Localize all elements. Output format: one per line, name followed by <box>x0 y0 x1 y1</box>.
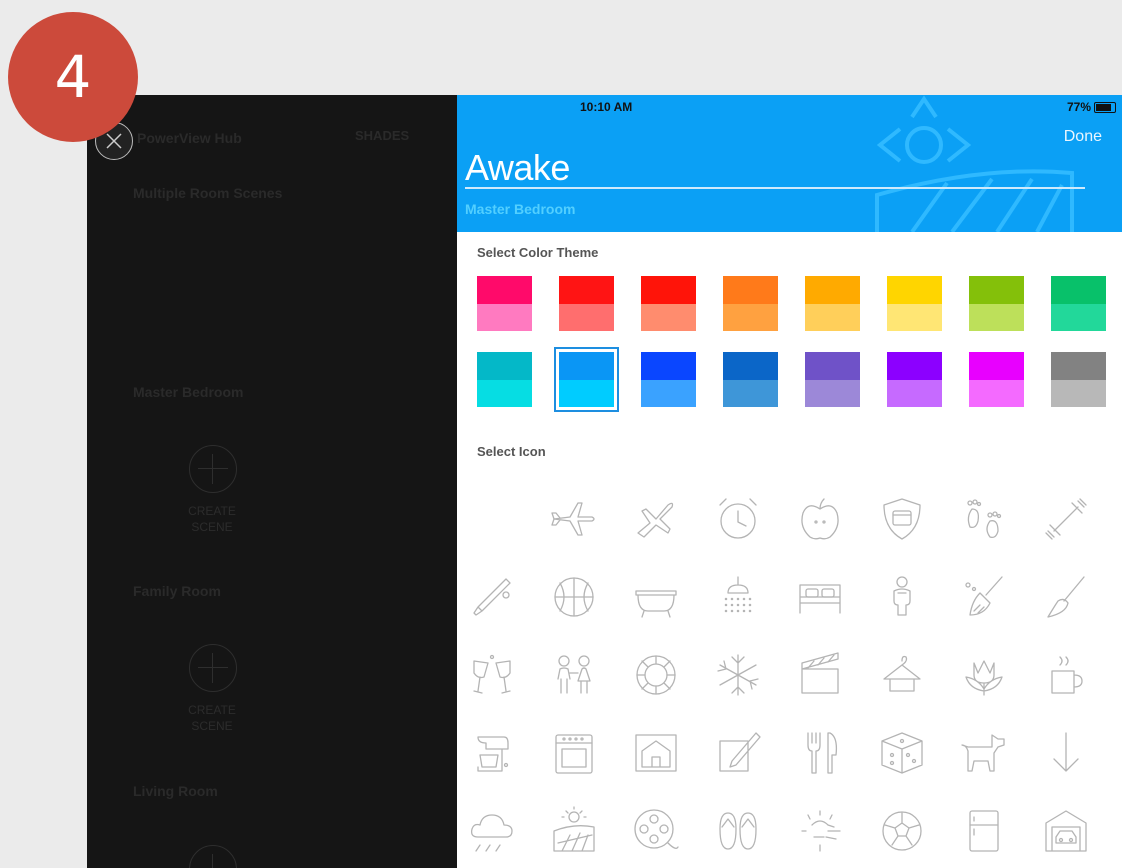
airplane-takeoff-icon[interactable] <box>630 493 682 545</box>
color-theme-label: Select Color Theme <box>477 245 599 260</box>
color-swatch[interactable] <box>477 352 532 407</box>
name-underline <box>465 187 1085 189</box>
sun-glare-icon[interactable] <box>794 805 846 857</box>
snowflake-icon[interactable] <box>712 649 764 701</box>
coat-hanger-icon[interactable] <box>876 649 928 701</box>
arrow-down-icon[interactable] <box>1040 727 1092 779</box>
scene-header: 10:10 AM 77% Done Awake Master Bedroom <box>457 95 1122 232</box>
battery-status: 77% <box>1067 100 1116 114</box>
section-multiple-room-scenes: Multiple Room Scenes <box>133 185 283 201</box>
blank-icon[interactable] <box>466 493 518 545</box>
paintbrush-icon[interactable] <box>1040 571 1092 623</box>
kids-icon[interactable] <box>548 649 600 701</box>
color-swatch[interactable] <box>723 276 778 331</box>
broom-icon[interactable] <box>958 571 1010 623</box>
dice-icon[interactable] <box>876 727 928 779</box>
basketball-icon[interactable] <box>548 571 600 623</box>
shield-icon[interactable] <box>876 493 928 545</box>
section-family-room: Family Room <box>133 583 221 599</box>
done-button[interactable]: Done <box>1064 128 1102 146</box>
baby-icon[interactable] <box>876 571 928 623</box>
tulip-icon[interactable] <box>958 649 1010 701</box>
bed-icon[interactable] <box>794 571 846 623</box>
film-reel-icon[interactable] <box>630 805 682 857</box>
color-swatch[interactable] <box>477 276 532 331</box>
shower-icon[interactable] <box>712 571 764 623</box>
notepad-pencil-icon[interactable] <box>712 727 764 779</box>
status-time: 10:10 AM <box>580 100 633 114</box>
battery-icon <box>1094 101 1116 113</box>
color-swatch[interactable] <box>969 276 1024 331</box>
battery-percent: 77% <box>1066 100 1091 114</box>
champagne-glasses-icon[interactable] <box>466 649 518 701</box>
poker-chip-icon[interactable] <box>630 649 682 701</box>
dumbbell-icon[interactable] <box>1040 493 1092 545</box>
baseball-bat-icon[interactable] <box>466 571 518 623</box>
icon-select-label: Select Icon <box>477 444 546 459</box>
color-swatch[interactable] <box>969 352 1024 407</box>
fork-knife-icon[interactable] <box>794 727 846 779</box>
stand-mixer-icon[interactable] <box>466 727 518 779</box>
color-swatch[interactable] <box>887 276 942 331</box>
color-swatch[interactable] <box>641 352 696 407</box>
step-number-badge: 4 <box>8 12 138 142</box>
alarm-clock-icon[interactable] <box>712 493 764 545</box>
create-scene-button[interactable] <box>189 644 237 692</box>
section-master-bedroom: Master Bedroom <box>133 384 244 400</box>
room-name: Master Bedroom <box>465 201 576 217</box>
sunrise-field-hero-icon <box>875 95 1074 232</box>
garage-car-icon[interactable] <box>1040 805 1092 857</box>
apple-icon[interactable] <box>794 493 846 545</box>
color-swatch[interactable] <box>554 347 619 412</box>
create-scene-label: CREATE SCENE <box>188 504 236 534</box>
sunrise-field-icon[interactable] <box>548 805 600 857</box>
rain-cloud-icon[interactable] <box>466 805 518 857</box>
color-swatch[interactable] <box>641 276 696 331</box>
oven-icon[interactable] <box>548 727 600 779</box>
scene-name-input[interactable]: Awake <box>465 147 570 189</box>
footprints-icon[interactable] <box>958 493 1010 545</box>
coffee-mug-icon[interactable] <box>1040 649 1092 701</box>
edit-scene-modal: 10:10 AM 77% Done Awake Master Bedroom S… <box>457 95 1122 868</box>
create-scene-button[interactable] <box>189 445 237 493</box>
airplane-icon[interactable] <box>548 493 600 545</box>
hub-title: PowerView Hub <box>137 130 242 146</box>
clapperboard-icon[interactable] <box>794 649 846 701</box>
color-swatch[interactable] <box>1051 352 1106 407</box>
create-scene-label: CREATE SCENE <box>188 703 236 733</box>
house-icon[interactable] <box>630 727 682 779</box>
create-scene-button[interactable] <box>189 845 237 868</box>
color-swatch[interactable] <box>1051 276 1106 331</box>
soccer-ball-icon[interactable] <box>876 805 928 857</box>
dimmed-scenes-panel: PowerView Hub SHADES Multiple Room Scene… <box>87 95 457 868</box>
section-living-room: Living Room <box>133 783 218 799</box>
color-swatch[interactable] <box>887 352 942 407</box>
bathtub-icon[interactable] <box>630 571 682 623</box>
color-swatch[interactable] <box>559 276 614 331</box>
color-swatch[interactable] <box>805 352 860 407</box>
flip-flops-icon[interactable] <box>712 805 764 857</box>
tab-shades[interactable]: SHADES <box>355 128 409 143</box>
refrigerator-icon[interactable] <box>958 805 1010 857</box>
dog-icon[interactable] <box>958 727 1010 779</box>
color-swatch[interactable] <box>723 352 778 407</box>
color-swatch[interactable] <box>805 276 860 331</box>
ipad-screen: PowerView Hub SHADES Multiple Room Scene… <box>87 95 1122 868</box>
